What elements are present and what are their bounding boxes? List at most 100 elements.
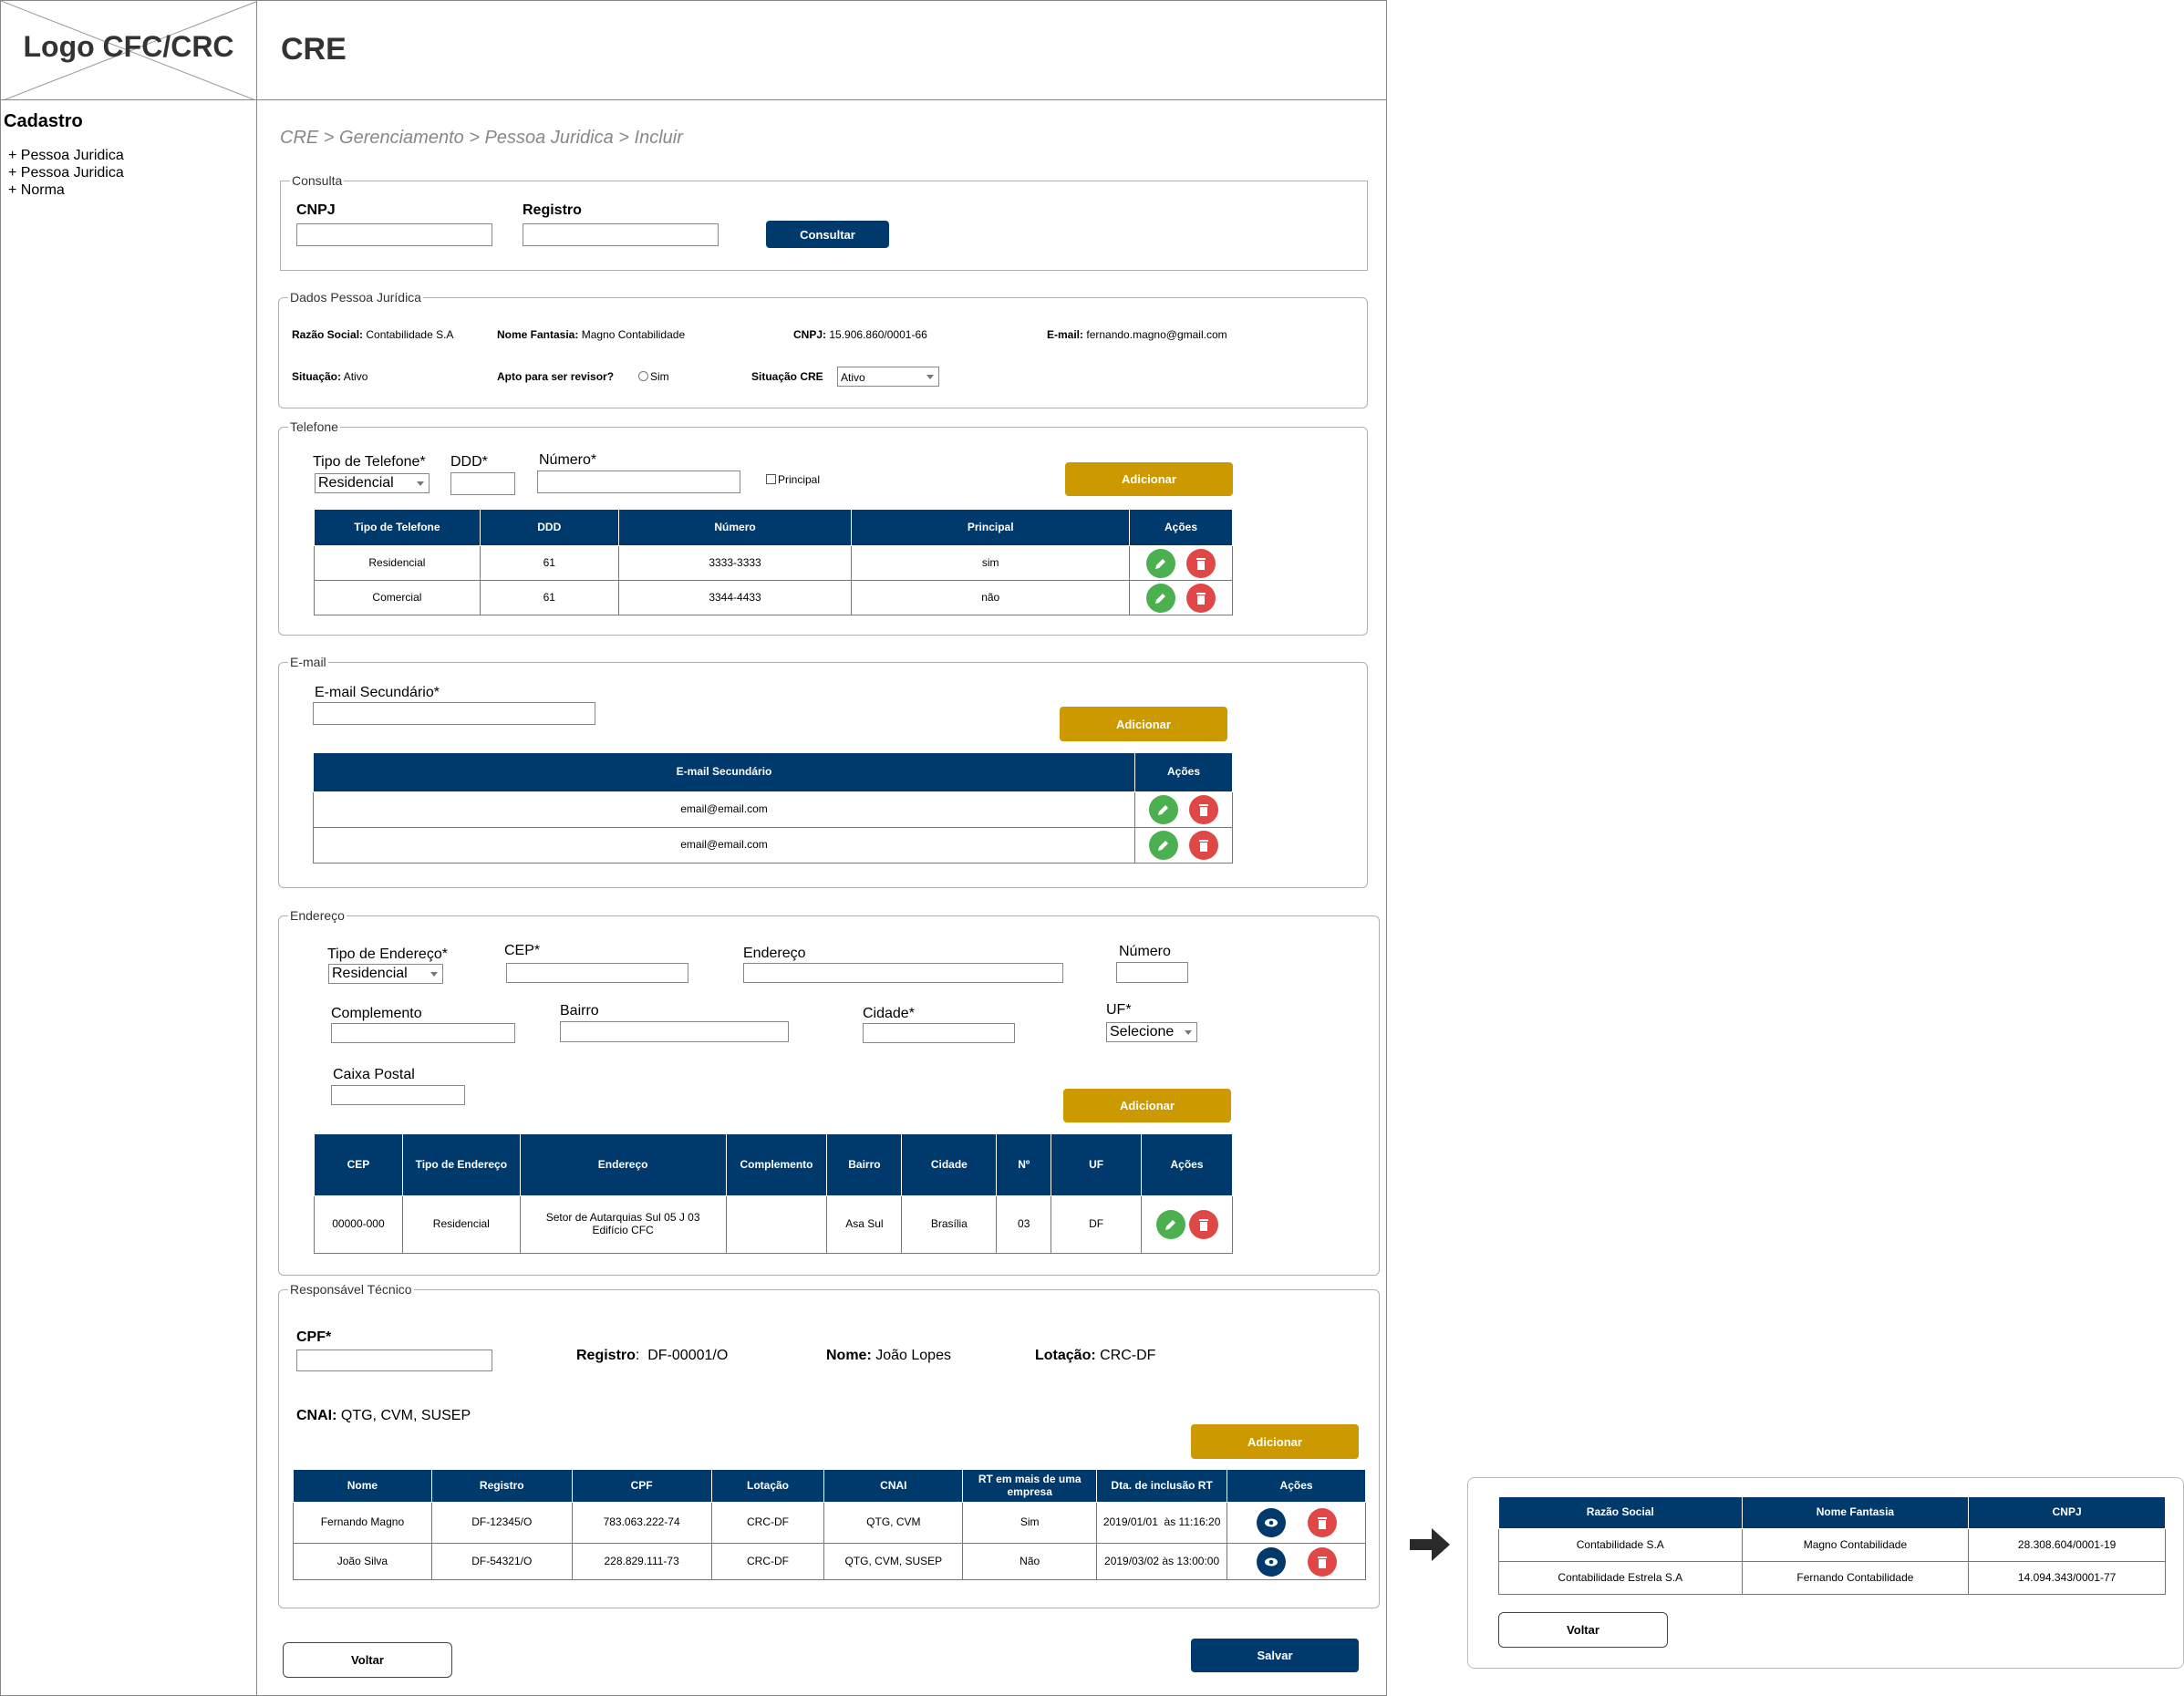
principal-label: Principal bbox=[778, 473, 821, 486]
nome-fantasia-field: Nome Fantasia: Magno Contabilidade bbox=[497, 328, 685, 341]
ddd-input[interactable] bbox=[450, 472, 515, 495]
th-lotacao: Lotação bbox=[710, 1469, 825, 1503]
sidebar-item-pessoa-juridica-2[interactable]: + Pessoa Juridica bbox=[8, 165, 124, 181]
endereco-label: Endereço bbox=[743, 946, 806, 961]
cell-cpf: 783.063.222-74 bbox=[571, 1502, 712, 1544]
numero-label: Número* bbox=[539, 452, 597, 468]
nome-rt-label: Nome: bbox=[826, 1348, 872, 1363]
eye-icon[interactable] bbox=[1256, 1508, 1286, 1537]
cnpj-input[interactable] bbox=[296, 223, 492, 246]
tipo-endereco-select[interactable]: Residencial bbox=[328, 964, 443, 984]
registro-rt-field: Registro: DF-00001/O bbox=[576, 1348, 729, 1363]
trash-icon[interactable] bbox=[1186, 548, 1216, 578]
pencil-icon[interactable] bbox=[1149, 795, 1179, 824]
dados-pessoa-juridica-section: Dados Pessoa Jurídica bbox=[278, 290, 1368, 408]
app-title: CRE bbox=[281, 32, 347, 67]
table-row: Fernando Magno DF-12345/O 783.063.222-74… bbox=[293, 1502, 1366, 1544]
numero-endereco-input[interactable] bbox=[1116, 962, 1188, 983]
th-rt-mais-empresa: RT em mais de uma empresa bbox=[962, 1469, 1098, 1503]
pencil-icon[interactable] bbox=[1149, 831, 1179, 860]
principal-checkbox[interactable]: Principal bbox=[766, 473, 820, 486]
trash-icon[interactable] bbox=[1307, 1546, 1337, 1577]
adicionar-endereco-button[interactable]: Adicionar bbox=[1063, 1089, 1231, 1122]
endereco-input[interactable] bbox=[743, 963, 1063, 983]
cell-registro: DF-54321/O bbox=[430, 1543, 573, 1580]
situacao-cre-select[interactable]: Ativo bbox=[837, 367, 939, 387]
th-tipo-telefone: Tipo de Telefone bbox=[314, 509, 481, 546]
cell-tipo: Residencial bbox=[314, 545, 481, 581]
cpf-input[interactable] bbox=[296, 1350, 492, 1371]
razao-social-field: Razão Social: Contabilidade S.A bbox=[292, 328, 453, 341]
registro-rt-value: DF-00001/O bbox=[647, 1348, 729, 1363]
adicionar-telefone-button[interactable]: Adicionar bbox=[1065, 462, 1233, 496]
cell-numero: 03 bbox=[996, 1195, 1052, 1254]
email-secundario-input[interactable] bbox=[313, 702, 595, 725]
pencil-icon[interactable] bbox=[1146, 583, 1176, 613]
radio-icon[interactable] bbox=[638, 371, 648, 381]
th-acoes: Ações bbox=[1227, 1469, 1366, 1503]
cell-numero: 3344-4433 bbox=[617, 580, 853, 615]
adicionar-email-button[interactable]: Adicionar bbox=[1060, 707, 1227, 741]
table-row: email@email.com bbox=[312, 791, 1233, 828]
cell-razao-social: Contabilidade Estrela S.A bbox=[1498, 1561, 1743, 1595]
cnai-field: CNAI: QTG, CVM, SUSEP bbox=[296, 1408, 471, 1424]
complemento-input[interactable] bbox=[331, 1023, 515, 1043]
logo-placeholder: Logo CFC/CRC bbox=[0, 0, 257, 100]
cep-input[interactable] bbox=[506, 963, 688, 983]
cidade-input[interactable] bbox=[863, 1023, 1015, 1043]
breadcrumb: CRE > Gerenciamento > Pessoa Juridica > … bbox=[280, 128, 683, 148]
trash-icon[interactable] bbox=[1307, 1508, 1337, 1537]
cell-cep: 00000-000 bbox=[314, 1195, 403, 1254]
th-cnai: CNAI bbox=[823, 1469, 964, 1503]
eye-icon[interactable] bbox=[1256, 1546, 1286, 1577]
table-row[interactable]: Contabilidade Estrela S.A Fernando Conta… bbox=[1498, 1561, 2166, 1595]
registro-rt-label: Registro bbox=[576, 1348, 636, 1363]
email-field: E-mail: fernando.magno@gmail.com bbox=[1047, 328, 1227, 341]
consulta-legend: Consulta bbox=[292, 173, 343, 188]
pencil-icon[interactable] bbox=[1155, 1210, 1185, 1239]
salvar-button[interactable]: Salvar bbox=[1191, 1639, 1359, 1672]
table-row: Comercial 61 3344-4433 não bbox=[314, 580, 1233, 615]
cell-ddd: 61 bbox=[479, 545, 619, 581]
situacao-value: Ativo bbox=[343, 370, 368, 383]
cell-acoes bbox=[1227, 1502, 1366, 1544]
registro-input[interactable] bbox=[523, 223, 719, 246]
th-cep: CEP bbox=[314, 1133, 403, 1196]
numero-input[interactable] bbox=[537, 471, 740, 493]
pencil-icon[interactable] bbox=[1146, 548, 1176, 578]
popup-voltar-button[interactable]: Voltar bbox=[1498, 1612, 1668, 1648]
trash-icon[interactable] bbox=[1188, 1210, 1218, 1239]
trash-icon[interactable] bbox=[1186, 583, 1216, 613]
responsavel-legend: Responsável Técnico bbox=[290, 1282, 412, 1297]
uf-select[interactable]: Selecione bbox=[1106, 1022, 1197, 1042]
tipo-telefone-select[interactable]: Residencial bbox=[315, 473, 430, 493]
consultar-button[interactable]: Consultar bbox=[766, 221, 889, 248]
caixa-postal-label: Caixa Postal bbox=[333, 1067, 415, 1082]
situacao-cre-label: Situação CRE bbox=[751, 370, 823, 383]
cell-data: 2019/01/01 às 11:16:20 bbox=[1096, 1502, 1228, 1544]
trash-icon[interactable] bbox=[1189, 795, 1219, 824]
apto-sim-radio[interactable]: Sim bbox=[638, 370, 669, 383]
cell-lotacao: CRC-DF bbox=[710, 1502, 825, 1544]
sidebar-item-pessoa-juridica[interactable]: + Pessoa Juridica bbox=[8, 148, 124, 164]
caixa-postal-input[interactable] bbox=[331, 1085, 465, 1105]
sidebar: Cadastro + Pessoa Juridica + Pessoa Juri… bbox=[0, 99, 257, 1696]
th-cpf: CPF bbox=[571, 1469, 712, 1503]
adicionar-responsavel-button[interactable]: Adicionar bbox=[1191, 1424, 1359, 1459]
th-cidade: Cidade bbox=[901, 1133, 998, 1196]
cell-tipo: Comercial bbox=[314, 580, 481, 615]
cnpj-label: CNPJ bbox=[296, 202, 336, 218]
bairro-input[interactable] bbox=[560, 1021, 789, 1042]
lotacao-rt-value: CRC-DF bbox=[1100, 1348, 1156, 1363]
cell-cpf: 228.829.111-73 bbox=[571, 1543, 712, 1580]
trash-icon[interactable] bbox=[1189, 831, 1219, 860]
voltar-button[interactable]: Voltar bbox=[283, 1642, 452, 1678]
table-row[interactable]: Contabilidade S.A Magno Contabilidade 28… bbox=[1498, 1528, 2166, 1562]
table-row: 00000-000 Residencial Setor de Autarquia… bbox=[314, 1195, 1233, 1254]
sidebar-item-norma[interactable]: + Norma bbox=[8, 182, 65, 199]
th-ddd: DDD bbox=[479, 509, 619, 546]
tipo-endereco-label: Tipo de Endereço* bbox=[327, 946, 448, 962]
cell-acoes bbox=[1141, 1195, 1233, 1254]
cell-principal: não bbox=[851, 580, 1131, 615]
checkbox-icon[interactable] bbox=[766, 474, 776, 484]
